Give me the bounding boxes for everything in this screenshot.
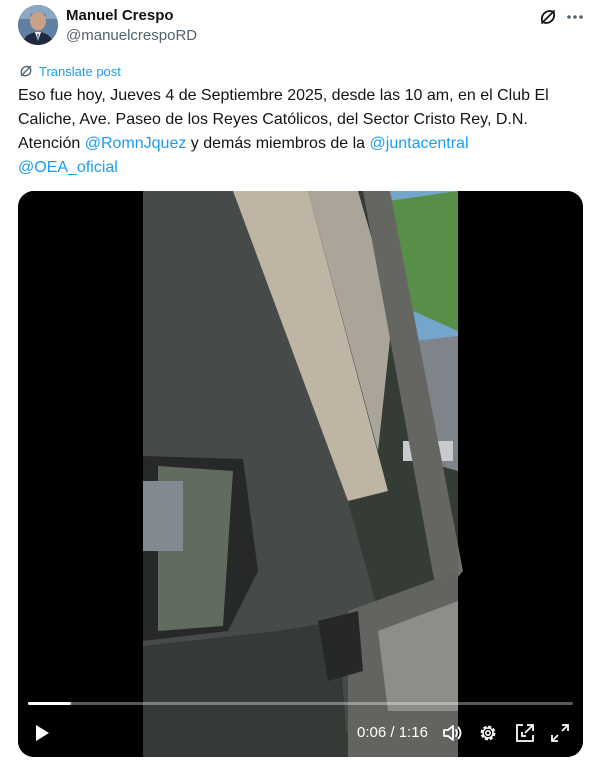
avatar[interactable]: [18, 5, 58, 45]
settings-button[interactable]: [476, 719, 500, 747]
video-time-separator: /: [386, 724, 399, 741]
more-options-icon[interactable]: [564, 6, 586, 28]
gear-icon: [480, 725, 496, 741]
author-handle[interactable]: @manuelcrespoRD: [66, 27, 197, 44]
video-player[interactable]: 0:06 / 1:16: [18, 191, 583, 757]
avatar-photo: [18, 5, 58, 45]
translate-post-link[interactable]: Translate post: [18, 62, 121, 80]
video-time: 0:06 / 1:16: [357, 724, 428, 741]
video-duration: 1:16: [398, 724, 428, 741]
video-progress-bar[interactable]: [28, 702, 573, 705]
video-current-time: 0:06: [357, 724, 387, 741]
video-frame: [18, 191, 583, 757]
grok-icon[interactable]: [537, 6, 559, 28]
translate-icon: [20, 65, 32, 77]
tweet: Manuel Crespo @manuelcrespoRD Translate …: [0, 0, 598, 770]
play-button[interactable]: [30, 719, 54, 747]
picture-in-picture-button[interactable]: [513, 719, 537, 747]
fullscreen-icon: [551, 724, 569, 742]
post-text: Eso fue hoy, Jueves 4 de Septiembre 2025…: [18, 84, 586, 180]
volume-icon: [443, 725, 462, 741]
volume-button[interactable]: [441, 719, 465, 747]
fullscreen-button[interactable]: [548, 719, 572, 747]
post-text-part-2: y demás miembros de la: [186, 135, 370, 152]
mention-link-oea-oficial[interactable]: @OEA_oficial: [18, 159, 118, 176]
picture-in-picture-icon: [516, 724, 534, 742]
play-icon: [36, 725, 49, 741]
mention-link-romnjquez[interactable]: @RomnJquez: [85, 135, 187, 152]
mention-link-juntacentral[interactable]: @juntacentral: [370, 135, 469, 152]
video-progress-fill: [28, 702, 72, 705]
author-name[interactable]: Manuel Crespo: [66, 7, 174, 24]
translate-post-label: Translate post: [39, 63, 121, 79]
